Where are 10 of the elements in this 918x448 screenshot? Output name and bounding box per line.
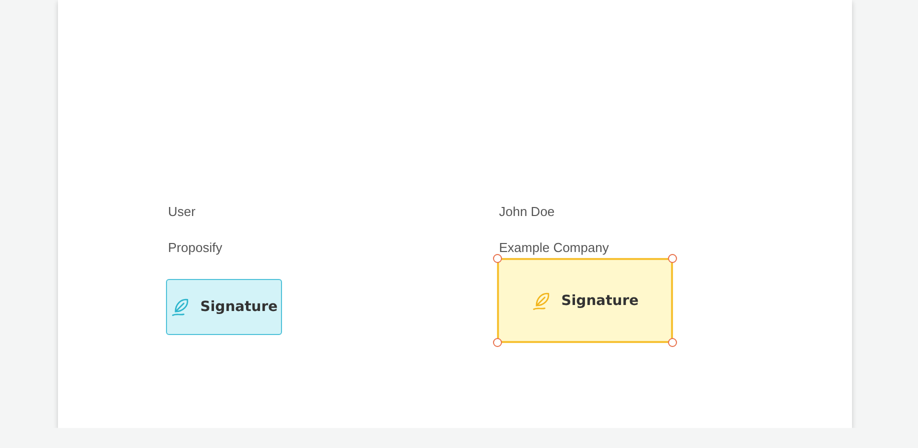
resize-handle[interactable] — [493, 254, 502, 263]
signature-field[interactable]: Signature — [497, 258, 673, 343]
resize-handle[interactable] — [668, 338, 677, 347]
party-name: John Doe — [499, 203, 555, 221]
resize-handle[interactable] — [668, 254, 677, 263]
party-company: Example Company — [499, 239, 609, 257]
party-name: User — [168, 203, 196, 221]
resize-handle[interactable] — [493, 338, 502, 347]
signature-field[interactable]: Signature — [166, 279, 282, 335]
party-company: Proposify — [168, 239, 222, 257]
